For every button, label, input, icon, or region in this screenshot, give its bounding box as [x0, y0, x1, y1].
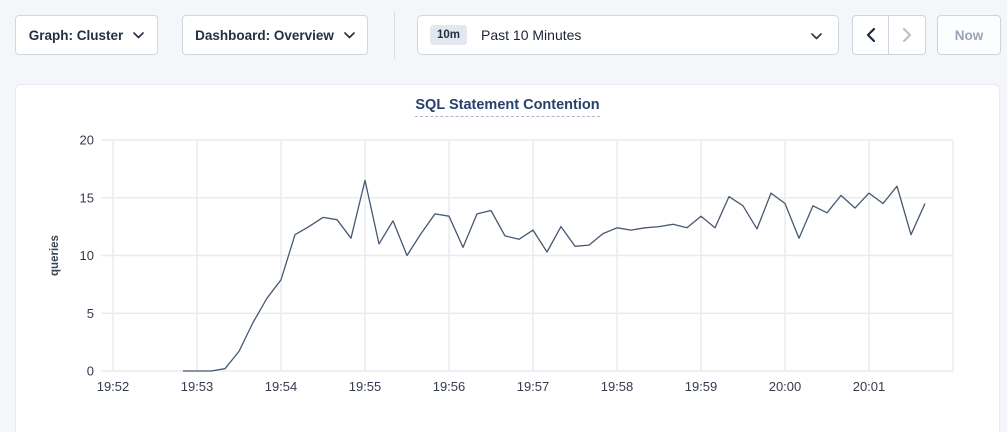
graph-scope-dropdown[interactable]: Graph: Cluster — [15, 15, 158, 55]
time-range-label: Past 10 Minutes — [481, 27, 581, 43]
y-axis-label: queries — [49, 235, 61, 276]
chart-card: SQL Statement Contention 0510152019:5219… — [15, 84, 1000, 432]
y-tick-label: 5 — [87, 306, 94, 321]
x-tick-label: 19:55 — [349, 379, 382, 394]
x-tick-label: 20:00 — [769, 379, 802, 394]
y-tick-label: 10 — [80, 248, 94, 263]
chevron-down-icon — [133, 32, 144, 39]
x-tick-label: 19:53 — [181, 379, 214, 394]
time-range-badge: 10m — [430, 25, 467, 45]
dashboard-dropdown[interactable]: Dashboard: Overview — [182, 15, 368, 55]
metrics-toolbar: Graph: Cluster Dashboard: Overview 10m P… — [0, 0, 1007, 70]
series-line-queries — [183, 180, 925, 371]
y-tick-label: 15 — [80, 190, 94, 205]
toolbar-divider — [394, 11, 395, 59]
chevron-right-icon — [903, 28, 912, 42]
y-tick-label: 20 — [80, 133, 94, 148]
x-tick-label: 19:58 — [601, 379, 634, 394]
y-tick-label: 0 — [87, 364, 94, 379]
graph-scope-label: Graph: Cluster — [29, 28, 124, 43]
time-step-control — [852, 15, 926, 55]
dashboard-label: Dashboard: Overview — [195, 28, 334, 43]
now-button[interactable]: Now — [937, 15, 1001, 55]
x-tick-label: 20:01 — [853, 379, 886, 394]
x-tick-label: 19:54 — [265, 379, 298, 394]
x-tick-label: 19:56 — [433, 379, 466, 394]
time-forward-button[interactable] — [889, 16, 925, 54]
x-tick-label: 19:52 — [97, 379, 130, 394]
chevron-down-icon — [344, 32, 355, 39]
x-tick-label: 19:57 — [517, 379, 550, 394]
time-range-dropdown[interactable]: 10m Past 10 Minutes — [417, 15, 839, 55]
chevron-down-icon — [811, 33, 822, 40]
time-backward-button[interactable] — [853, 16, 889, 54]
chevron-left-icon — [866, 28, 875, 42]
now-button-label: Now — [955, 28, 984, 43]
x-tick-label: 19:59 — [685, 379, 718, 394]
sql-contention-line-chart[interactable]: 0 5 10 15 20 19:52 19:53 19:54 19:55 19:56 19:57 19… — [16, 91, 1001, 432]
